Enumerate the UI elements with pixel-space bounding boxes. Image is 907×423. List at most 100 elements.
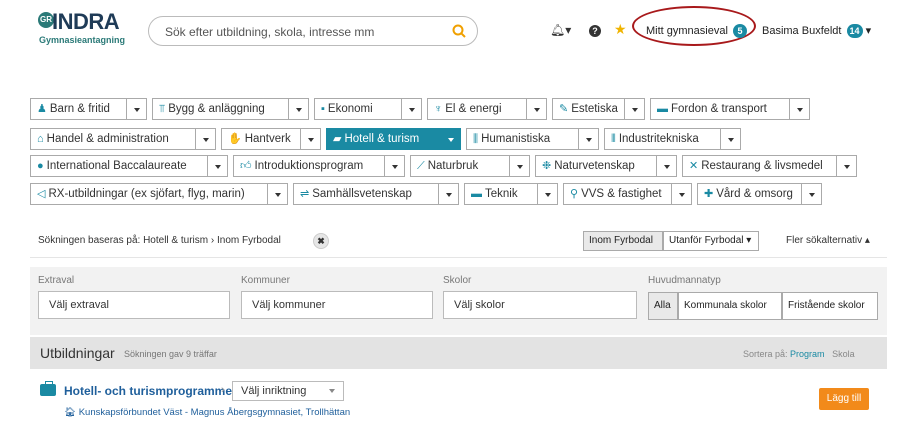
program-link[interactable]: Hotell- och turismprogrammet <box>64 384 236 398</box>
huvudmannatyp-label: Huvudmannatyp <box>648 275 721 286</box>
add-button[interactable]: Lägg till <box>819 388 869 410</box>
category-vard-dropdown[interactable] <box>802 183 822 205</box>
logo-subtitle: Gymnasieantagning <box>39 35 126 45</box>
inriktning-value: Välj inriktning <box>241 385 307 397</box>
category-naturbruk[interactable]: ⟋ Naturbruk <box>410 155 510 177</box>
category-el-energi[interactable]: ♆ El & energi <box>427 98 527 120</box>
utanfor-fyrbodal-button[interactable]: Utanför Fyrbodal ▾ <box>663 231 759 251</box>
home-icon: 🏠︎ <box>64 407 77 418</box>
inriktning-select[interactable]: Välj inriktning <box>232 381 344 401</box>
results-count: Sökningen gav 9 träffar <box>124 349 217 359</box>
search-basis-text: Sökningen baseras på: Hotell & turism › … <box>38 235 281 246</box>
category-restaurang-dropdown[interactable] <box>837 155 857 177</box>
atom-icon: ❉ <box>542 160 552 172</box>
school-link[interactable]: 🏠︎ Kunskapsförbundet Väst - Magnus Åberg… <box>64 407 350 418</box>
category-hotell-turism[interactable]: ▰ Hotell & turism <box>326 128 441 150</box>
mitt-count-badge: 5 <box>732 24 747 38</box>
logo-word: INDRA <box>52 9 120 34</box>
category-introduktion[interactable]: 👍︎ Introduktionsprogram <box>233 155 385 177</box>
category-hantverk-dropdown[interactable] <box>301 128 321 150</box>
search-input[interactable] <box>165 23 445 41</box>
kommuner-label: Kommuner <box>241 275 290 286</box>
kommunala-skolor-button[interactable]: Kommunala skolor <box>678 292 782 320</box>
sort-options: Sortera på: Program Skola <box>743 349 855 359</box>
mitt-gymnasieval-link[interactable]: Mitt gymnasieval 5 <box>646 24 747 38</box>
skolor-select[interactable]: Välj skolor <box>443 291 637 319</box>
category-humanistiska[interactable]: ⫼ Humanistiska <box>466 128 579 150</box>
skolor-label: Skolor <box>443 275 472 286</box>
category-samhall-dropdown[interactable] <box>439 183 459 205</box>
alla-button[interactable]: Alla <box>648 292 678 320</box>
top-header: GR INDRA Gymnasieantagning 🔔︎▾ ? ★ Mitt … <box>0 0 907 56</box>
inom-fyrbodal-button[interactable]: Inom Fyrbodal <box>583 231 663 251</box>
category-industritekniska[interactable]: ⦀ Industritekniska <box>604 128 721 150</box>
school-name: Kunskapsförbundet Väst - Magnus Åbergsgy… <box>78 407 351 418</box>
category-handel-dropdown[interactable] <box>196 128 216 150</box>
category-ib[interactable]: ● International Baccalaureate <box>30 155 208 177</box>
extraval-select[interactable]: Välj extraval <box>38 291 230 319</box>
more-search-options-link[interactable]: Fler sökalternativ ▴ <box>786 235 870 246</box>
category-restaurang[interactable]: ✕ Restaurang & livsmedel <box>682 155 837 177</box>
mitt-gymnasieval-label: Mitt gymnasieval <box>646 24 728 37</box>
category-vvs[interactable]: ⚲ VVS & fastighet <box>563 183 672 205</box>
kommuner-select[interactable]: Välj kommuner <box>241 291 433 319</box>
palette-icon: ✎ <box>559 103 569 115</box>
chevron-down-icon: ▾ <box>865 25 872 37</box>
results-title: Utbildningar <box>40 345 115 361</box>
crane-icon: ⫪ <box>159 103 166 115</box>
category-samhall[interactable]: ⇌ Samhällsvetenskap <box>293 183 439 205</box>
category-hantverk[interactable]: ✋ Hantverk <box>221 128 301 150</box>
search-box[interactable] <box>148 16 478 46</box>
category-introduktion-dropdown[interactable] <box>385 155 405 177</box>
factory-icon: ⦀ <box>611 133 616 145</box>
category-rx[interactable]: ◁ RX-utbildningar (ex sjöfart, flyg, mari… <box>30 183 268 205</box>
result-row: Hotell- och turismprogrammet › Välj inri… <box>30 374 887 423</box>
leaf-icon: ⟋ <box>417 160 425 172</box>
user-menu[interactable]: Basima Buxfeldt 14 ▾ <box>762 24 872 39</box>
category-fordon[interactable]: ▬ Fordon & transport <box>650 98 790 120</box>
category-hotell-turism-dropdown[interactable] <box>441 128 461 150</box>
category-bygg-dropdown[interactable] <box>289 98 309 120</box>
help-icon[interactable]: ? <box>589 25 601 37</box>
clear-search-icon[interactable]: ✖ <box>313 233 329 249</box>
category-naturvetenskap[interactable]: ❉ Naturvetenskap <box>535 155 657 177</box>
indra-logo[interactable]: GR INDRA Gymnasieantagning <box>38 9 138 47</box>
category-naturbruk-dropdown[interactable] <box>510 155 530 177</box>
category-ekonomi-dropdown[interactable] <box>402 98 422 120</box>
laptop-icon: ▬ <box>471 188 482 200</box>
category-ekonomi[interactable]: ▪ Ekonomi <box>314 98 402 120</box>
category-industritekniska-dropdown[interactable] <box>721 128 741 150</box>
category-vvs-dropdown[interactable] <box>672 183 692 205</box>
megaphone-icon: ◁ <box>37 188 46 200</box>
category-rx-dropdown[interactable] <box>268 183 288 205</box>
suitcase-icon: ▰ <box>333 133 342 145</box>
sort-school-link[interactable]: Skola <box>832 349 855 359</box>
category-teknik-dropdown[interactable] <box>538 183 558 205</box>
briefcase-icon <box>40 381 56 396</box>
thumbs-up-icon: 👍︎ <box>240 160 252 172</box>
category-fordon-dropdown[interactable] <box>790 98 810 120</box>
truck-icon: ▬ <box>657 103 668 115</box>
category-barn-fritid[interactable]: ♟ Barn & fritid <box>30 98 127 120</box>
search-icon[interactable] <box>451 23 467 39</box>
category-naturvetenskap-dropdown[interactable] <box>657 155 677 177</box>
fristaende-skolor-button[interactable]: Fristående skolor <box>782 292 878 320</box>
cutlery-icon: ✕ <box>689 160 699 172</box>
shop-icon: ⌂ <box>37 133 44 145</box>
category-estetiska-dropdown[interactable] <box>625 98 645 120</box>
category-teknik[interactable]: ▬ Teknik <box>464 183 538 205</box>
category-vard[interactable]: ✚ Vård & omsorg <box>697 183 802 205</box>
hands-icon: ✋ <box>228 133 242 145</box>
star-icon[interactable]: ★ <box>614 21 627 37</box>
category-barn-fritid-dropdown[interactable] <box>127 98 147 120</box>
bell-icon[interactable]: 🔔︎▾ <box>550 22 571 38</box>
category-handel[interactable]: ⌂ Handel & administration <box>30 128 196 150</box>
category-humanistiska-dropdown[interactable] <box>579 128 599 150</box>
handshake-icon: ⇌ <box>300 188 310 200</box>
sort-program-link[interactable]: Program <box>790 349 825 359</box>
category-bygg[interactable]: ⫪ Bygg & anläggning <box>152 98 289 120</box>
category-el-energi-dropdown[interactable] <box>527 98 547 120</box>
category-ib-dropdown[interactable] <box>208 155 228 177</box>
results-header: Utbildningar Sökningen gav 9 träffar Sor… <box>30 337 887 369</box>
category-estetiska[interactable]: ✎ Estetiska <box>552 98 625 120</box>
